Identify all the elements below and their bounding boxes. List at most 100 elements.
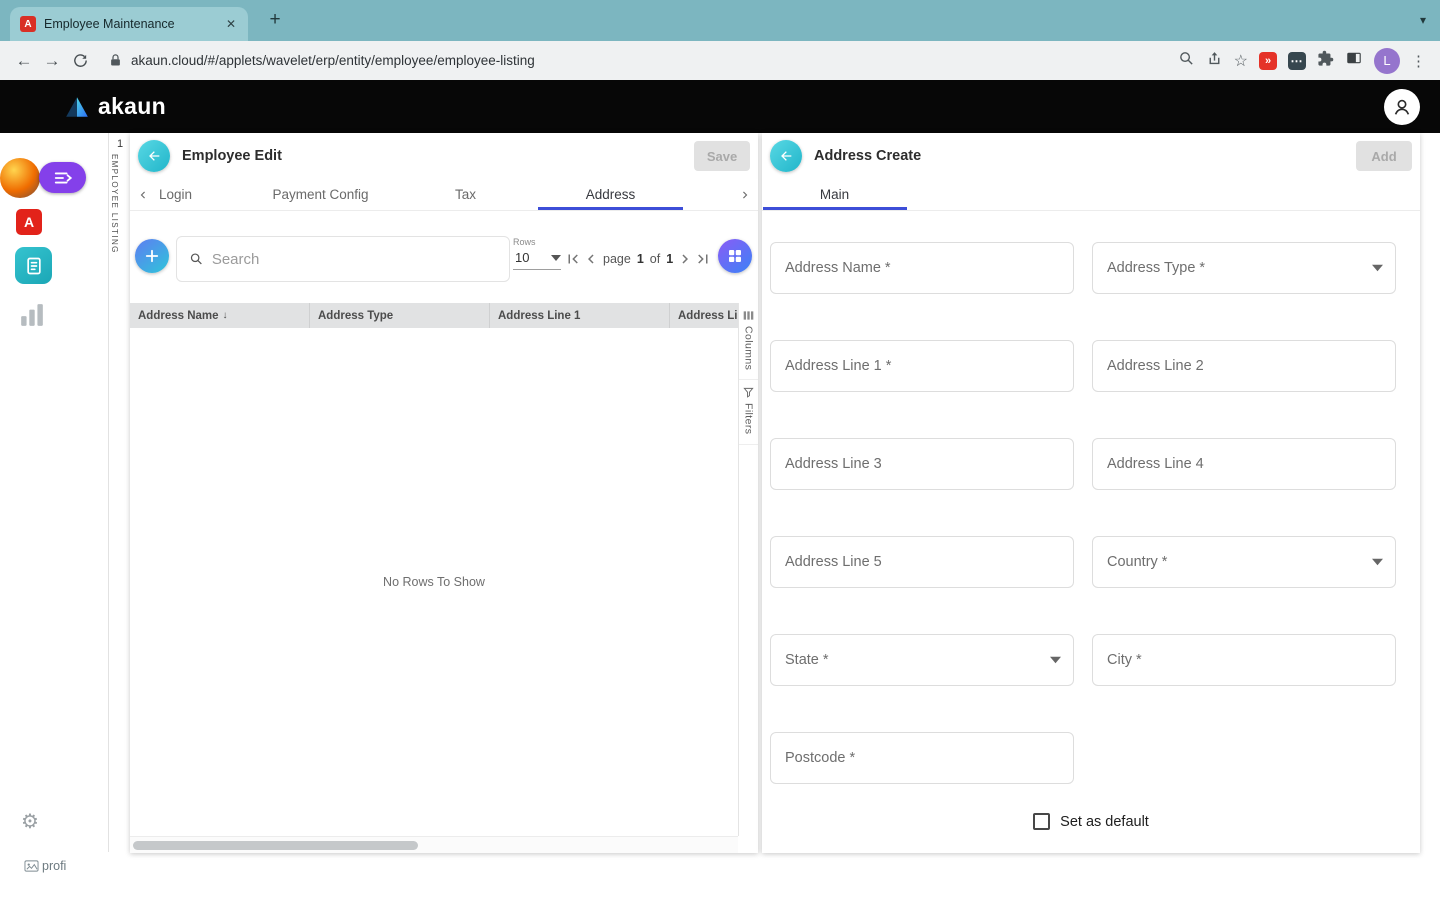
panel-title: Address Create xyxy=(814,148,921,164)
country-select[interactable]: Country * xyxy=(1092,536,1396,588)
browser-menu-icon[interactable]: ⋮ xyxy=(1411,52,1426,70)
address-line-4-field[interactable]: Address Line 4 xyxy=(1092,438,1396,490)
arrow-back-icon xyxy=(146,148,162,164)
postcode-field[interactable]: Postcode * xyxy=(770,732,1074,784)
address-line-2-field[interactable]: Address Line 2 xyxy=(1092,340,1396,392)
extension-icon-dark[interactable]: ⋯ xyxy=(1288,52,1306,70)
pdf-applet-icon[interactable]: A xyxy=(16,209,42,235)
address-create-panel: Address Create Add Main Address Name * A… xyxy=(762,133,1420,853)
rows-per-page-select[interactable]: Rows 10 xyxy=(513,237,561,270)
scrollbar-thumb[interactable] xyxy=(133,841,418,850)
url-text: akaun.cloud/#/applets/wavelet/erp/entity… xyxy=(131,53,535,68)
next-page-icon[interactable] xyxy=(676,250,694,268)
save-button[interactable]: Save xyxy=(694,141,750,171)
back-icon[interactable]: ← xyxy=(10,47,38,75)
rows-value: 10 xyxy=(515,250,529,265)
rows-caption: Rows xyxy=(513,237,561,247)
drawer-toggle-button[interactable] xyxy=(39,162,86,193)
tab-close-icon[interactable]: ✕ xyxy=(222,15,240,33)
column-header-address-line-2[interactable]: Address Li xyxy=(670,303,738,328)
address-list-toolbar: Rows 10 page 1 of 1 xyxy=(130,229,758,291)
share-icon[interactable] xyxy=(1206,50,1223,72)
arrow-back-icon xyxy=(778,148,794,164)
tabs-scroll-right-icon[interactable] xyxy=(732,179,758,210)
extensions-puzzle-icon[interactable] xyxy=(1317,50,1334,72)
address-type-select[interactable]: Address Type * xyxy=(1092,242,1396,294)
document-applet-icon[interactable] xyxy=(15,247,52,284)
set-default-checkbox[interactable] xyxy=(1033,813,1050,830)
grid-view-button[interactable] xyxy=(718,239,752,273)
column-header-address-line-1[interactable]: Address Line 1 xyxy=(490,303,670,328)
applet-tab-employee-listing[interactable]: 1 EMPLOYEE LISTING xyxy=(110,138,130,254)
prev-page-icon[interactable] xyxy=(582,250,600,268)
tabs-scroll-left-icon[interactable] xyxy=(130,179,156,210)
columns-tool-button[interactable]: Columns xyxy=(739,303,758,380)
last-page-icon[interactable] xyxy=(694,250,712,268)
search-input[interactable] xyxy=(212,251,497,268)
menu-open-icon xyxy=(53,169,73,187)
side-panel-icon[interactable] xyxy=(1345,49,1363,72)
columns-tool-label: Columns xyxy=(743,326,755,370)
address-line-5-field[interactable]: Address Line 5 xyxy=(770,536,1074,588)
user-avatar[interactable] xyxy=(0,158,40,198)
employee-tabs: Login Payment Config Tax Address xyxy=(130,179,758,211)
analytics-icon[interactable] xyxy=(19,303,45,332)
add-button[interactable]: Add xyxy=(1356,141,1412,171)
search-field[interactable] xyxy=(176,236,510,282)
brand-triangle-icon xyxy=(64,95,90,119)
chevron-down-icon xyxy=(1050,657,1061,664)
table-header: Address Name ↓ Address Type Address Line… xyxy=(130,303,738,328)
first-page-icon[interactable] xyxy=(564,250,582,268)
drawer-divider xyxy=(108,133,109,852)
address-line-3-field[interactable]: Address Line 3 xyxy=(770,438,1074,490)
column-header-address-name[interactable]: Address Name ↓ xyxy=(130,303,310,328)
city-field[interactable]: City * xyxy=(1092,634,1396,686)
brand-name: akaun xyxy=(98,93,166,120)
chevron-down-icon xyxy=(551,255,561,261)
employee-edit-header: Employee Edit Save xyxy=(130,133,758,179)
address-create-tabs: Main xyxy=(762,179,1420,211)
tab-search-chevron-icon[interactable]: ▾ xyxy=(1420,13,1426,27)
page-word: page xyxy=(603,252,631,266)
horizontal-scrollbar[interactable] xyxy=(130,836,738,853)
account-avatar[interactable] xyxy=(1384,89,1420,125)
address-name-field[interactable]: Address Name * xyxy=(770,242,1074,294)
browser-tab[interactable]: A Employee Maintenance ✕ xyxy=(10,7,248,41)
of-word: of xyxy=(650,252,660,266)
forward-icon[interactable]: → xyxy=(38,47,66,75)
zoom-icon[interactable] xyxy=(1178,50,1195,72)
reload-icon[interactable] xyxy=(66,47,94,75)
add-address-button[interactable] xyxy=(135,239,169,273)
extension-icon-red[interactable]: » xyxy=(1259,52,1277,70)
set-default-label: Set as default xyxy=(1060,814,1149,830)
tab-payment-config[interactable]: Payment Config xyxy=(248,179,393,210)
table-body: No Rows To Show xyxy=(130,328,738,836)
column-header-address-type[interactable]: Address Type xyxy=(310,303,490,328)
browser-profile-avatar[interactable]: L xyxy=(1374,48,1400,74)
active-tab-underline xyxy=(763,207,907,210)
bookmark-star-icon[interactable]: ☆ xyxy=(1234,51,1248,71)
address-form: Address Name * Address Type * Address Li… xyxy=(770,242,1396,784)
plus-icon xyxy=(143,247,161,265)
browser-tabstrip: A Employee Maintenance ✕ + ▾ xyxy=(0,0,1440,41)
chevron-down-icon xyxy=(1372,265,1383,272)
employee-edit-panel: Employee Edit Save Login Payment Config … xyxy=(130,133,758,853)
applet-tab-label: EMPLOYEE LISTING xyxy=(110,154,119,254)
lock-icon xyxy=(108,53,123,68)
settings-gear-icon[interactable]: ⚙ xyxy=(21,809,39,834)
address-line-1-field[interactable]: Address Line 1 * xyxy=(770,340,1074,392)
search-icon xyxy=(189,251,204,267)
page-current: 1 xyxy=(637,252,644,266)
tab-tax[interactable]: Tax xyxy=(393,179,538,210)
tab-address[interactable]: Address xyxy=(538,179,683,210)
address-bar[interactable]: akaun.cloud/#/applets/wavelet/erp/entity… xyxy=(102,46,1170,76)
state-select[interactable]: State * xyxy=(770,634,1074,686)
new-tab-button[interactable]: + xyxy=(262,7,288,33)
filters-tool-button[interactable]: Filters xyxy=(739,380,758,444)
tab-title: Employee Maintenance xyxy=(44,17,214,31)
columns-icon xyxy=(743,310,754,321)
back-button[interactable] xyxy=(138,140,170,172)
pagination: page 1 of 1 xyxy=(564,250,712,268)
back-button[interactable] xyxy=(770,140,802,172)
tab-main[interactable]: Main xyxy=(762,179,907,210)
